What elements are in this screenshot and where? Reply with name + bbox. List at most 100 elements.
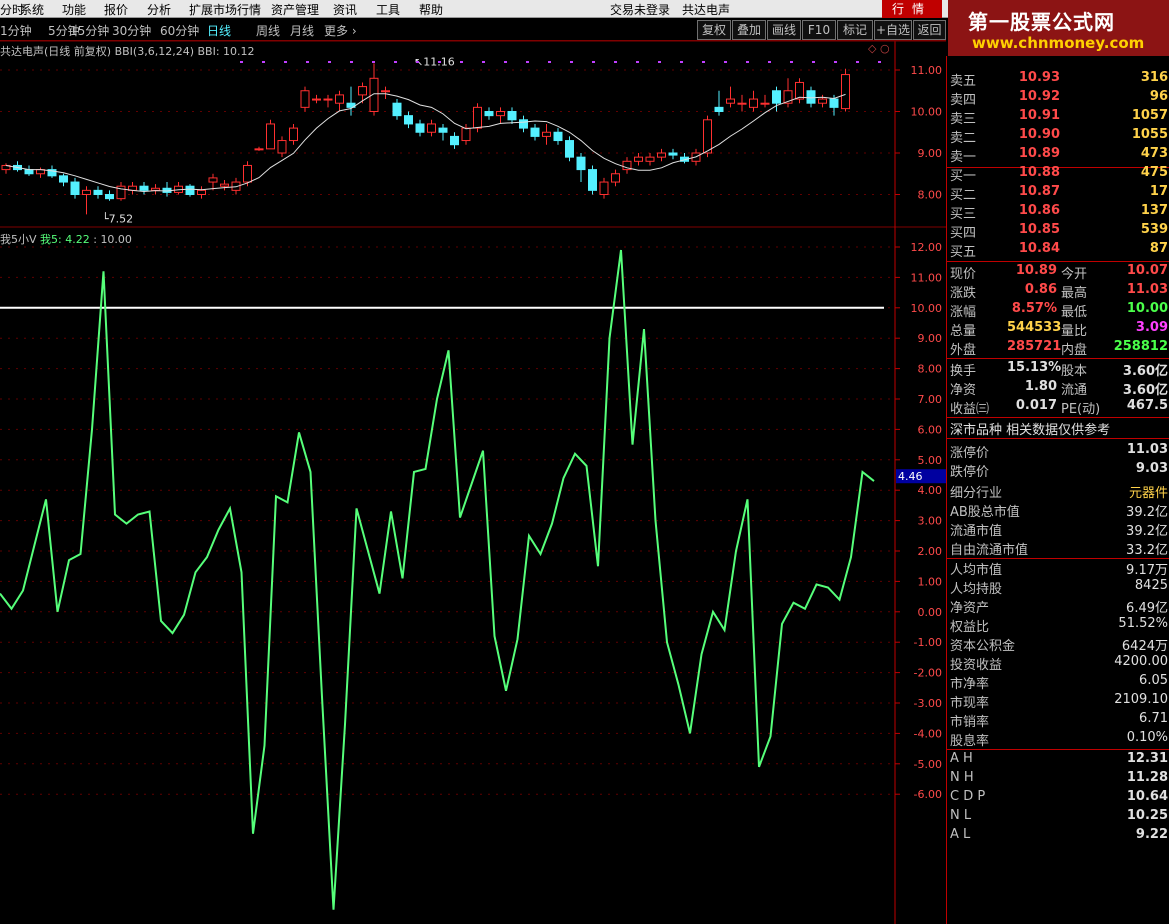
menu-quote[interactable]: 报价: [104, 1, 128, 18]
osc-tick-label: 8.00: [918, 363, 943, 376]
info-value: 6.49亿: [1126, 601, 1168, 616]
oscillator-name: 我5小V: [0, 233, 37, 246]
period-30min[interactable]: 30分钟: [112, 22, 151, 39]
candle-body: [530, 127, 540, 137]
period-1min[interactable]: 1分钟: [0, 22, 32, 39]
candle-body: [484, 111, 494, 117]
signal-mark: [240, 61, 243, 63]
info-value: 39.2亿: [1126, 505, 1168, 520]
signal-mark: [768, 61, 771, 63]
watermark-title: 第一股票公式网: [968, 10, 1115, 34]
stat-row: 总量 544533 量比 3.09: [947, 319, 1169, 339]
fundamental-row: 净资 1.80 流通 3.60亿: [947, 378, 1169, 398]
candle-body: [668, 152, 678, 156]
candle-body: [714, 106, 724, 112]
period-monthly[interactable]: 月线: [290, 22, 314, 39]
limit-label: 涨停价: [950, 446, 990, 461]
period-weekly[interactable]: 周线: [256, 22, 280, 39]
candle-body: [358, 86, 367, 96]
quote-mode-button[interactable]: 行情: [882, 0, 942, 18]
quote-panel: 卖五 10.93 316 卖四 10.92 96 卖三 10.91 1057 卖二 10.90 105…: [946, 56, 1169, 924]
candle-body: [139, 185, 149, 191]
menu-extended-market[interactable]: 扩展市场行情: [189, 1, 261, 18]
menu-news[interactable]: 资讯: [333, 1, 357, 18]
menu-system[interactable]: 系统: [20, 1, 44, 18]
back-button[interactable]: 返回: [913, 20, 946, 40]
index-value: 10.64: [1126, 789, 1168, 804]
fundamental-label: 换手: [950, 364, 977, 379]
bid-price: 10.87: [1018, 184, 1060, 199]
signal-mark: [328, 61, 331, 63]
candle-body: [634, 156, 643, 162]
info-row: 投资收益 4200.00: [947, 653, 1169, 673]
menu-analysis[interactable]: 分析: [147, 1, 171, 18]
candle-body: [415, 123, 425, 133]
info-row: AB股总市值 39.2亿: [947, 500, 1169, 520]
menu-function[interactable]: 功能: [62, 1, 86, 18]
high-price-mark: ↖11.16: [414, 55, 455, 68]
add-favorite-button[interactable]: +自选: [874, 20, 912, 40]
signal-mark: [350, 61, 353, 63]
candle-body: [565, 140, 574, 158]
signal-mark: [482, 61, 485, 63]
info-value: 51.52%: [1118, 616, 1168, 631]
bid-level-label: 买一: [950, 169, 977, 184]
ask-row: 卖五 10.93 316: [947, 69, 1169, 89]
limit-row: 涨停价 11.03: [947, 441, 1169, 461]
info-value: 6424万: [1121, 639, 1168, 654]
diamond-icon[interactable]: ◇: [868, 42, 876, 55]
candle-body: [24, 169, 34, 175]
restore-rights-button[interactable]: 复权: [697, 20, 731, 40]
price-tick-label: 11.00: [911, 64, 943, 77]
candle-body: [220, 183, 229, 187]
period-15min[interactable]: 15分钟: [70, 22, 109, 39]
period-more[interactable]: 更多 ›: [324, 22, 357, 39]
candle-body: [300, 90, 310, 108]
info-value: 4200.00: [1114, 654, 1168, 669]
info-row: 市现率 2109.10: [947, 691, 1169, 711]
bid-price: 10.86: [1018, 203, 1060, 218]
mark-button[interactable]: 标记: [837, 20, 873, 40]
signal-mark: [812, 61, 815, 63]
info-row: 自由流通市值 33.2亿: [947, 538, 1169, 558]
index-row: A H 12.31: [947, 750, 1169, 769]
period-daily[interactable]: 日线: [207, 22, 231, 39]
draw-line-button[interactable]: 画线: [767, 20, 801, 40]
period-60min[interactable]: 60分钟: [160, 22, 199, 39]
overlay-button[interactable]: 叠加: [732, 20, 766, 40]
f10-button[interactable]: F10: [802, 20, 836, 40]
price-tick-label: 8.00: [918, 189, 943, 202]
bid-price: 10.88: [1018, 165, 1060, 180]
osc-tick-label: -4.00: [914, 727, 942, 740]
candle-body: [381, 90, 390, 93]
menu-tools[interactable]: 工具: [376, 1, 400, 18]
index-row: C D P 10.64: [947, 788, 1169, 807]
info-value: 元器件: [1128, 486, 1168, 501]
bid-volume: 539: [1140, 222, 1168, 237]
candle-body: [70, 181, 80, 196]
signal-mark: [460, 61, 463, 63]
candle-panel-header: 共达电声(日线 前复权) BBI(3,6,12,24) BBI: 10.12: [0, 43, 255, 59]
osc-tick-label: -1.00: [914, 636, 942, 649]
panel-corner-icons[interactable]: ◇ ○: [868, 42, 890, 55]
signal-mark: [284, 61, 287, 63]
candle-body: [473, 106, 482, 129]
info-row: 细分行业 元器件: [947, 481, 1169, 501]
stat-row: 涨跌 0.86 最高 11.03: [947, 281, 1169, 301]
osc-tick-label: -6.00: [914, 788, 942, 801]
info-value: 8425: [1134, 578, 1168, 593]
oscillator-line: [0, 249, 875, 910]
menu-asset-management[interactable]: 资产管理: [271, 1, 319, 18]
stat-label: 总量: [950, 324, 977, 339]
menu-help[interactable]: 帮助: [419, 1, 443, 18]
circle-icon[interactable]: ○: [880, 42, 890, 55]
signal-mark: [592, 61, 595, 63]
login-status[interactable]: 交易未登录: [610, 1, 670, 18]
chart-area[interactable]: 11.00 10.00 9.00 8.00 12.00 11.00 10.00 9.00 8.…: [0, 41, 946, 924]
ask-price: 10.92: [1018, 89, 1060, 104]
stat-label: 内盘: [1061, 343, 1088, 358]
index-row: N H 11.28: [947, 769, 1169, 788]
fundamental-label: 股本: [1061, 364, 1088, 379]
stat-value: 11.03: [1126, 282, 1168, 297]
info-label: 净资产: [950, 601, 990, 616]
